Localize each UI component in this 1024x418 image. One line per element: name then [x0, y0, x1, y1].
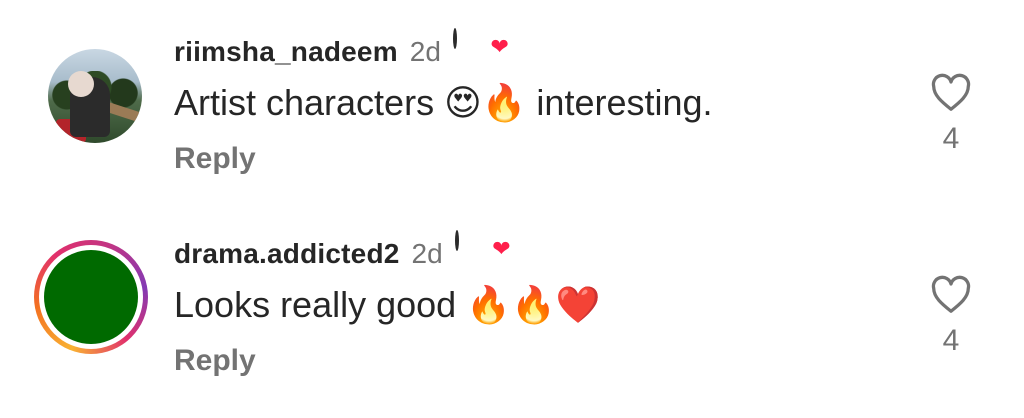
badge-coin [452, 28, 457, 49]
comment-item: riimsha_nadeem 2d ❤ Artist characters 😍🔥… [0, 0, 1024, 200]
like-count: 4 [942, 324, 960, 357]
like-control[interactable]: 4 [926, 72, 976, 156]
comment-meta: riimsha_nadeem 2d ❤ [174, 28, 509, 74]
heart-outline-icon[interactable] [929, 274, 973, 314]
badge-heart-icon: ❤ [490, 34, 509, 59]
reply-button[interactable]: Reply [174, 142, 256, 176]
film-badge-icon: ❤ [454, 230, 511, 276]
like-control[interactable]: 4 [926, 274, 976, 358]
avatar-ring-inner [39, 245, 143, 349]
avatar-photo [48, 49, 142, 143]
avatar-head [68, 71, 94, 97]
heart-outline-icon[interactable] [929, 72, 973, 112]
like-count: 4 [942, 122, 960, 155]
timestamp: 2d [411, 238, 443, 269]
badge-heart-icon: ❤ [492, 236, 511, 261]
avatar[interactable] [34, 38, 148, 152]
badge-coin [454, 230, 459, 251]
reply-button[interactable]: Reply [174, 344, 256, 378]
comment-item: drama.addicted2 2d ❤ Looks really good 🔥… [0, 202, 1024, 402]
film-badge-icon: ❤ [452, 28, 509, 74]
username[interactable]: drama.addicted2 [174, 238, 400, 270]
avatar[interactable] [34, 240, 148, 354]
avatar-image [44, 250, 138, 344]
timestamp: 2d [409, 36, 441, 67]
username[interactable]: riimsha_nadeem [174, 36, 398, 68]
comment-text: Artist characters 😍🔥 interesting. [174, 82, 713, 123]
comments-list: riimsha_nadeem 2d ❤ Artist characters 😍🔥… [0, 0, 1024, 418]
comment-text: Looks really good 🔥🔥❤️ [174, 284, 601, 325]
comment-meta: drama.addicted2 2d ❤ [174, 230, 511, 276]
